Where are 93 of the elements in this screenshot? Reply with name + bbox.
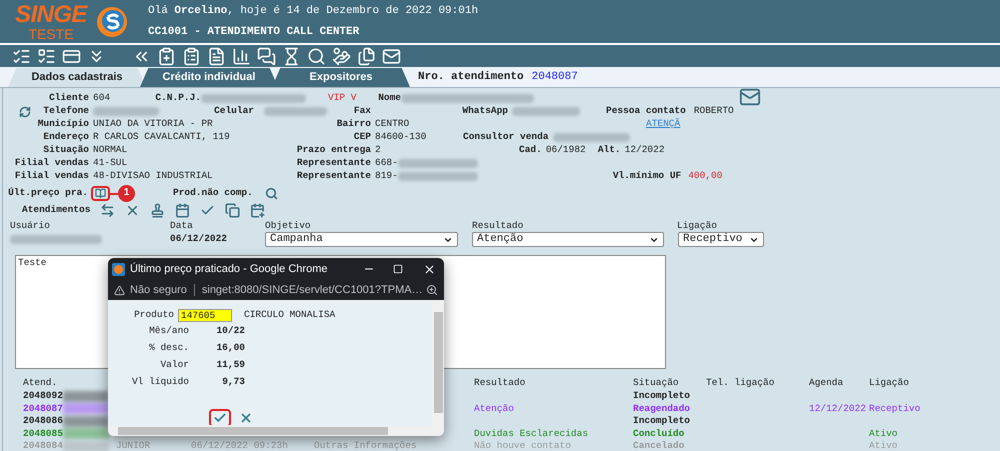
field-label: Cad. xyxy=(519,144,542,157)
vip-label: VIP V xyxy=(328,92,358,105)
field-label: Bairro xyxy=(336,118,371,131)
field-label: Pessoa contato xyxy=(606,105,686,118)
attendance-number-label: Nro. atendimento xyxy=(418,70,524,84)
field-label: Cliente xyxy=(48,92,89,105)
minimum-value: 400,00 xyxy=(688,170,722,183)
table-cell: Duvidas Esclarecidas xyxy=(474,428,588,440)
product-name: CIRCULO MONALISA xyxy=(244,308,336,322)
field-label: Mês/ano xyxy=(148,324,189,338)
field-value: UNIAO DA VITORIA - PR xyxy=(93,118,214,131)
url-text: singet:8080/SINGE/servlet/CC1001?TPMA… xyxy=(202,282,424,298)
table-cell: Incompleto xyxy=(633,390,690,402)
field-value: Data xyxy=(170,220,194,232)
field-label: Alt. xyxy=(598,144,621,157)
table-cell: 2048084 xyxy=(23,440,63,451)
field-value: 06/1982 xyxy=(546,144,587,157)
field-value: 84600-130 xyxy=(375,131,428,144)
field-value: 819- xyxy=(375,170,398,183)
table-cell: 2048092 xyxy=(23,390,63,402)
field-value: CENTRO xyxy=(375,118,410,131)
field-value: 604 xyxy=(93,92,112,105)
step-badge: 1 xyxy=(118,185,135,202)
field-value: 41-SUL xyxy=(93,157,128,170)
field-value: R CARLOS CAVALCANTI, 119 xyxy=(93,131,231,144)
logo-text: SINGE xyxy=(15,2,87,26)
field-value: Usuário xyxy=(10,220,51,232)
table-cell: 2048087 xyxy=(23,402,63,415)
table-cell: 2048086 xyxy=(23,415,63,428)
window-title: Último preço praticado - Google Chrome xyxy=(130,262,328,277)
field-value: Resultado xyxy=(472,220,524,232)
field-value: 48-DIVISAO INDUSTRIAL xyxy=(93,170,214,183)
field-label: Representante xyxy=(296,170,371,183)
column-header: Ligação xyxy=(869,377,909,388)
attendance-number: 2048087 xyxy=(532,70,578,84)
field-value: NORMAL xyxy=(93,144,128,157)
field-label: C.N.P.J. xyxy=(154,92,201,105)
field-label: Telefone xyxy=(42,105,89,118)
field-label: CEP xyxy=(352,131,371,144)
table-cell: Outras Informações xyxy=(314,440,417,451)
column-header: Situação xyxy=(633,377,679,388)
field-label: Nome xyxy=(377,92,401,105)
field-label: % desc. xyxy=(148,341,189,356)
field-value: Objetivo xyxy=(265,220,312,232)
field-label: WhatsApp xyxy=(461,105,508,118)
field-label: Endereço xyxy=(42,131,89,144)
field-label: Últ.preço pra. xyxy=(7,187,88,200)
field-label: Produto xyxy=(133,308,174,322)
greeting-text: Olá Orcelino, hoje é 14 de Dezembro de 2022 09:01h xyxy=(148,4,478,18)
field-label: Valor xyxy=(159,358,189,372)
field-label: Consultor venda xyxy=(463,131,549,144)
field-label: Fax xyxy=(352,105,371,118)
logo-subtext: TESTE xyxy=(28,26,74,40)
field-value: 668- xyxy=(375,157,398,170)
table-cell: Incompleto xyxy=(633,415,690,428)
field-label: Município xyxy=(36,118,89,131)
field-label: Celular xyxy=(213,105,254,118)
field-value: 12/2022 xyxy=(624,144,665,157)
field-value: 06/12/2022 xyxy=(170,233,228,246)
table-cell: Reagendado xyxy=(633,402,690,415)
field-label: Vl.mínimo UF xyxy=(612,170,682,183)
table-cell: Receptivo xyxy=(869,402,920,415)
column-header: Tel. ligação xyxy=(706,377,774,388)
field-value: 2 xyxy=(375,144,382,157)
field-value: 11,59 xyxy=(215,358,245,372)
section-label: Atendimentos xyxy=(22,204,90,217)
field-label: Filial vendas xyxy=(14,170,89,183)
field-value: 10/22 xyxy=(215,324,245,338)
field-label: Representante xyxy=(296,157,371,170)
table-cell: JUNIOR xyxy=(116,440,150,451)
table-cell: Concluído xyxy=(633,428,684,440)
column-header: Resultado xyxy=(474,377,526,388)
field-value: 9,73 xyxy=(221,375,245,390)
field-value: ROBERTO xyxy=(694,105,734,118)
screen-title: CC1001 - ATENDIMENTO CALL CENTER xyxy=(148,25,360,40)
table-cell: 2048085 xyxy=(23,428,63,440)
table-cell: Cancelado xyxy=(633,440,684,451)
table-cell: Não houve contato xyxy=(474,440,571,451)
table-cell: Ativo xyxy=(869,428,898,440)
table-cell: 06/12/2022 09:23h xyxy=(191,440,288,451)
table-cell: Ativo xyxy=(869,440,898,451)
table-cell: 12/12/2022 xyxy=(809,402,866,415)
column-header: Atend. xyxy=(23,377,58,388)
field-label: Prod.não comp. xyxy=(173,187,253,200)
field-value: 16,00 xyxy=(215,341,245,356)
field-value: Ligação xyxy=(677,220,717,232)
security-label: Não seguro xyxy=(130,282,187,298)
field-label: Vl líquido xyxy=(130,375,189,390)
field-label: Filial vendas xyxy=(14,157,89,170)
table-cell: Atenção xyxy=(474,402,514,415)
field-label: Prazo entrega xyxy=(296,144,371,157)
field-label: Situação xyxy=(42,144,89,157)
column-header: Agenda xyxy=(809,377,844,388)
